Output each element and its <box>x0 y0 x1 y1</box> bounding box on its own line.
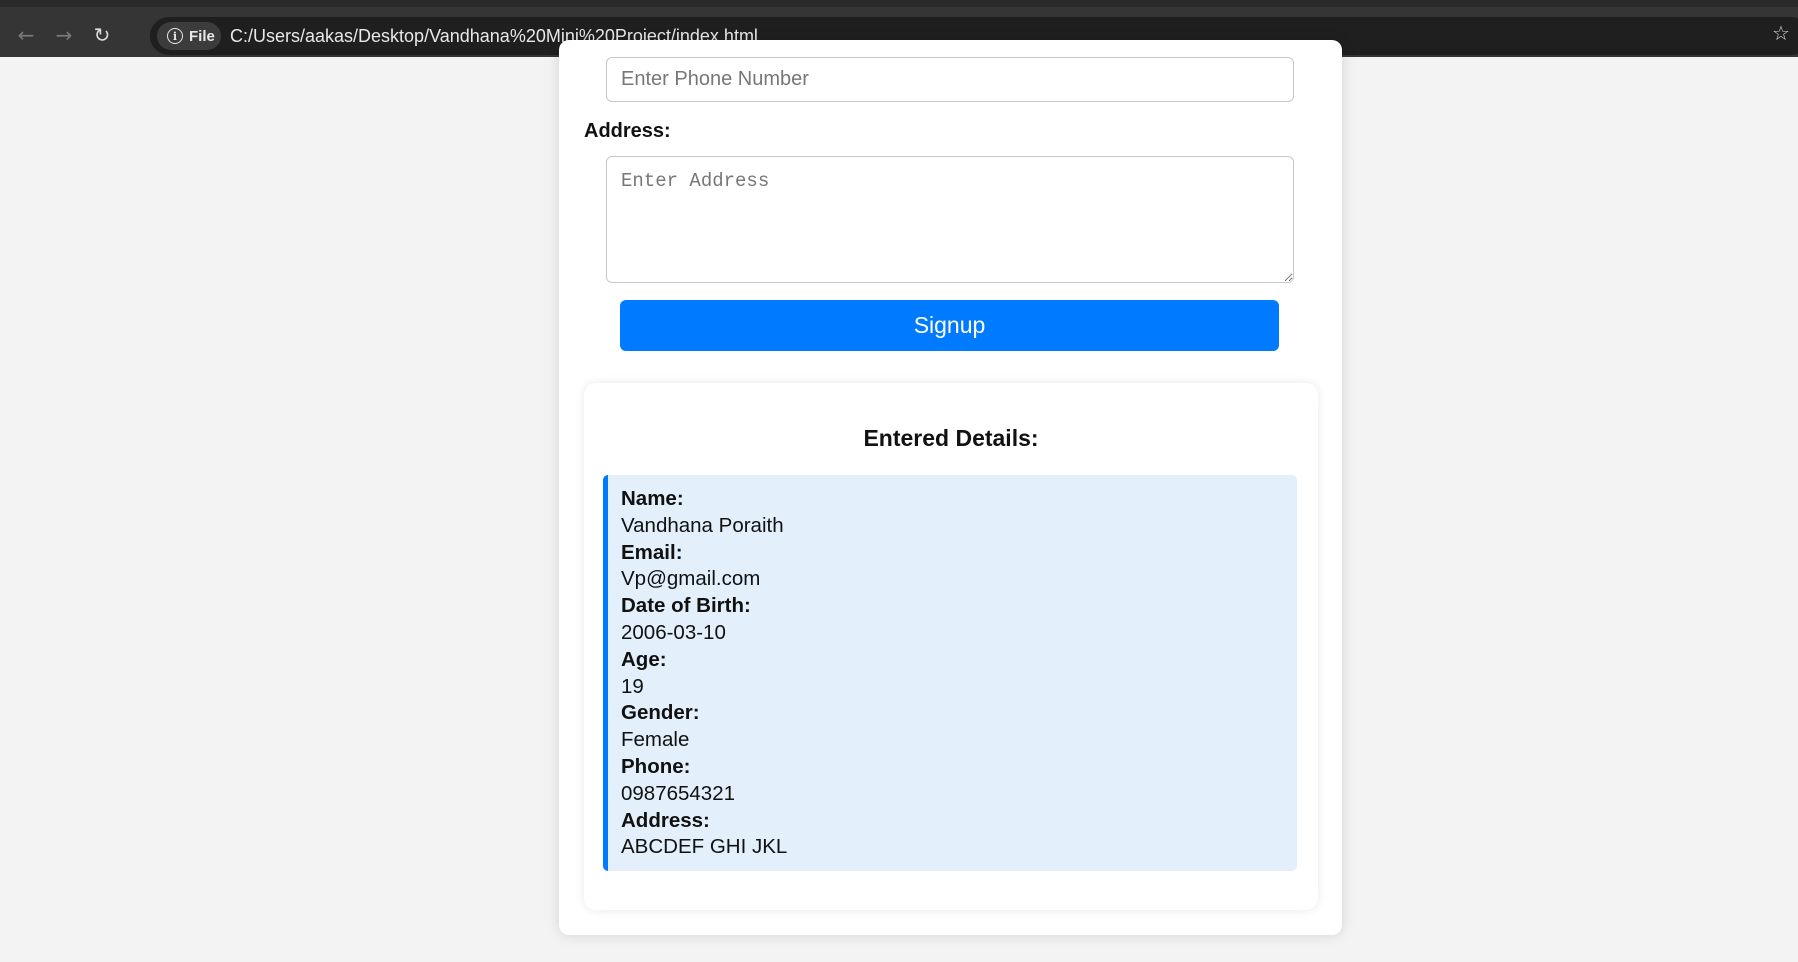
details-list: Name: Vandhana Poraith Email: Vp@gmail.c… <box>603 475 1297 871</box>
phone-input[interactable] <box>606 57 1294 102</box>
detail-value: 19 <box>621 674 644 698</box>
detail-label: Age: <box>621 647 667 671</box>
detail-value: Vandhana Poraith <box>621 513 784 537</box>
detail-value: Vp@gmail.com <box>621 567 761 591</box>
detail-value: 2006-03-10 <box>621 620 726 644</box>
detail-date-of-birth: Date of Birth: 2006-03-10 <box>621 593 1297 647</box>
signup-button[interactable]: Signup <box>620 300 1279 351</box>
details-title: Entered Details: <box>863 425 1039 451</box>
detail-label: Date of Birth: <box>621 594 751 618</box>
info-icon: i <box>167 28 183 44</box>
bookmark-star-icon[interactable]: ☆ <box>1772 21 1790 45</box>
detail-label: Gender: <box>621 701 700 725</box>
detail-label: Email: <box>621 540 683 564</box>
signup-form-card: Address: Signup Entered Details: Name: V… <box>559 40 1342 935</box>
detail-label: Phone: <box>621 754 691 778</box>
detail-gender: Gender: Female <box>621 700 1297 754</box>
detail-value: Female <box>621 728 690 752</box>
entered-details-card: Entered Details: Name: Vandhana Poraith … <box>584 383 1318 910</box>
reload-icon[interactable]: ↻ <box>88 21 116 49</box>
forward-arrow-icon[interactable]: → <box>50 21 78 49</box>
detail-age: Age: 19 <box>621 647 1297 701</box>
address-textarea[interactable] <box>606 156 1294 283</box>
detail-address: Address: ABCDEF GHI JKL <box>621 808 1297 862</box>
detail-phone: Phone: 0987654321 <box>621 754 1297 808</box>
back-arrow-icon[interactable]: ← <box>12 21 40 49</box>
detail-label: Name: <box>621 487 684 510</box>
detail-value: 0987654321 <box>621 781 736 805</box>
detail-label: Address: <box>621 808 710 832</box>
detail-value: ABCDEF GHI JKL <box>621 835 788 859</box>
detail-name: Name: Vandhana Poraith <box>621 486 1297 540</box>
site-chip-label: File <box>189 27 215 45</box>
site-info-chip[interactable]: i File <box>157 22 221 50</box>
address-label: Address: <box>584 120 671 142</box>
detail-email: Email: Vp@gmail.com <box>621 540 1297 594</box>
